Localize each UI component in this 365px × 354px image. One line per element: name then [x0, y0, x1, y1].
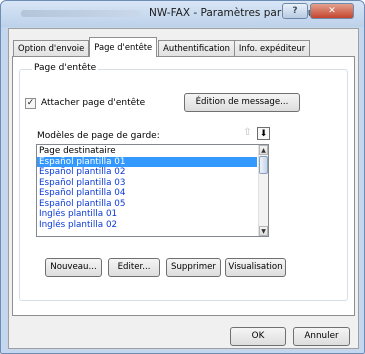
preview-button[interactable]: Visualisation — [225, 258, 286, 277]
help-icon: ? — [292, 6, 298, 16]
list-item[interactable]: Español plantilla 04 — [37, 188, 257, 199]
close-icon: ✕ — [328, 6, 336, 16]
scroll-up-icon[interactable]: ▲ — [259, 145, 268, 155]
check-icon: ✓ — [26, 98, 35, 108]
list-item[interactable]: Inglés plantilla 01 — [37, 209, 257, 220]
vertical-scrollbar[interactable]: ▲ ▼ — [258, 145, 268, 236]
help-button[interactable]: ? — [282, 3, 308, 19]
cancel-button[interactable]: Annuler — [293, 327, 350, 346]
list-item[interactable]: Inglés plantilla 02 — [37, 220, 257, 231]
close-button[interactable]: ✕ — [310, 3, 354, 19]
blurred-title-prefix — [21, 10, 141, 17]
group-title: Page d'entête — [32, 63, 99, 73]
tab-authentification[interactable]: Authentification — [158, 40, 235, 57]
new-button[interactable]: Nouveau... — [45, 258, 102, 277]
attach-cover-checkbox[interactable]: ✓ — [25, 98, 36, 109]
tab-strip: Option d'envoie Page d'entête Authentifi… — [13, 37, 311, 57]
templates-label: Modèles de page de garde: — [37, 131, 160, 141]
dialog-client-area: Option d'envoie Page d'entête Authentifi… — [8, 28, 359, 349]
ok-button[interactable]: OK — [230, 327, 286, 346]
move-down-icon[interactable]: ⬇ — [257, 127, 270, 140]
tab-page-entete[interactable]: Page d'entête — [89, 37, 158, 57]
tab-panel: Page d'entête ✓ Attacher page d'entête É… — [12, 56, 355, 316]
list-item[interactable]: Español plantilla 01 — [37, 156, 257, 167]
delete-button[interactable]: Supprimer — [166, 258, 221, 277]
templates-list: Page destinataire Español plantilla 01 E… — [37, 146, 257, 230]
title-bar[interactable]: NW-FAX - Paramètres par défaut ? ✕ — [1, 1, 364, 27]
templates-listbox[interactable]: Page destinataire Español plantilla 01 E… — [36, 144, 269, 237]
scroll-thumb[interactable] — [259, 156, 268, 174]
edit-message-button[interactable]: Édition de message... — [184, 93, 300, 112]
dialog-window: NW-FAX - Paramètres par défaut ? ✕ Optio… — [0, 0, 365, 354]
tab-option-envoie[interactable]: Option d'envoie — [13, 40, 90, 57]
edit-button[interactable]: Editer... — [108, 258, 160, 277]
list-item[interactable]: Español plantilla 02 — [37, 167, 257, 178]
move-up-icon[interactable]: ⇧ — [241, 127, 254, 140]
list-item[interactable]: Page destinataire — [37, 146, 257, 157]
list-item[interactable]: Español plantilla 03 — [37, 178, 257, 189]
list-item[interactable]: Español plantilla 05 — [37, 199, 257, 210]
tab-info-expediteur[interactable]: Info. expéditeur — [233, 40, 311, 57]
attach-cover-label[interactable]: Attacher page d'entête — [41, 98, 145, 108]
scroll-down-icon[interactable]: ▼ — [259, 226, 268, 236]
